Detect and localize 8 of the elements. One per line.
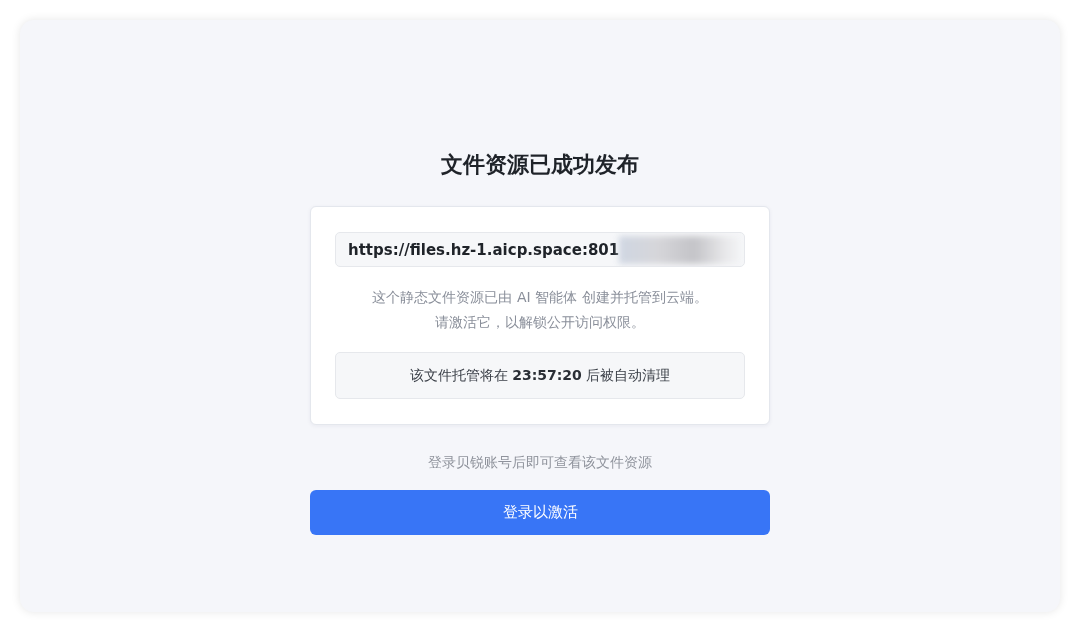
login-hint: 登录贝锐账号后即可查看该文件资源 [428, 453, 652, 472]
description-text: 这个静态文件资源已由 AI 智能体 创建并托管到云端。 [372, 288, 708, 307]
activate-button[interactable]: 登录以激活 [310, 490, 770, 535]
notice-text: 该文件托管将在 23:57:20 后被自动清理 [409, 366, 671, 385]
description-text: 请激活它，以解锁公开访问权限。 [435, 313, 645, 332]
url-text: https://files.hz-1.aicp.space:801 [348, 240, 620, 259]
url-field[interactable]: https://files.hz-1.aicp.space:801 [335, 232, 745, 267]
page-title: 文件资源已成功发布 [441, 151, 639, 179]
